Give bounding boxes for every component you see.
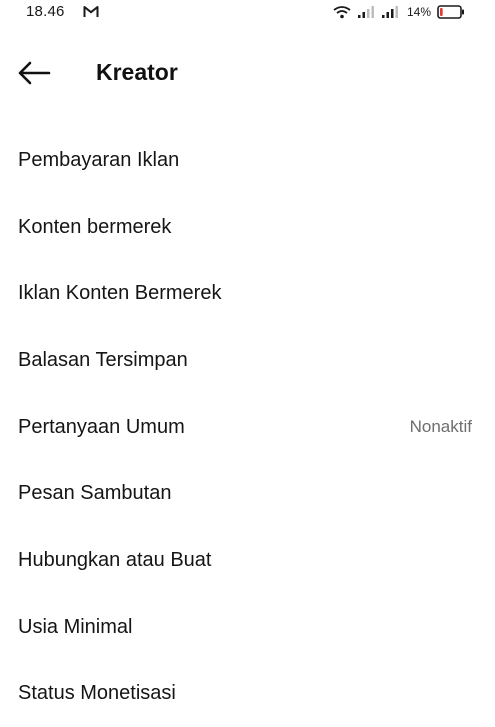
- menu-item-label: Pertanyaan Umum: [18, 416, 185, 439]
- menu-item-label: Iklan Konten Bermerek: [18, 282, 221, 305]
- menu-item-status-monetisasi[interactable]: Status Monetisasi: [0, 661, 495, 727]
- signal-icon: [381, 5, 399, 19]
- menu-item-usia-minimal[interactable]: Usia Minimal: [0, 594, 495, 661]
- settings-menu-list: Pembayaran Iklan Konten bermerek Iklan K…: [0, 127, 495, 727]
- menu-item-label: Hubungkan atau Buat: [18, 549, 212, 572]
- menu-item-label: Status Monetisasi: [18, 682, 176, 705]
- menu-item-label: Usia Minimal: [18, 616, 132, 639]
- status-icons: 14%: [333, 4, 465, 20]
- page-title: Kreator: [96, 59, 178, 86]
- header: Kreator: [0, 48, 495, 98]
- menu-item-iklan-konten-bermerek[interactable]: Iklan Konten Bermerek: [0, 260, 495, 327]
- status-time: 18.46: [26, 3, 65, 20]
- arrow-left-icon: [17, 61, 51, 85]
- menu-item-hubungkan-atau-buat[interactable]: Hubungkan atau Buat: [0, 527, 495, 594]
- menu-item-pesan-sambutan[interactable]: Pesan Sambutan: [0, 460, 495, 527]
- signal-icon: [357, 5, 375, 19]
- menu-item-label: Balasan Tersimpan: [18, 349, 188, 372]
- menu-item-label: Pesan Sambutan: [18, 482, 171, 505]
- menu-item-pertanyaan-umum[interactable]: Pertanyaan Umum Nonaktif: [0, 394, 495, 461]
- menu-item-konten-bermerek[interactable]: Konten bermerek: [0, 194, 495, 261]
- status-bar: 18.46 14%: [0, 0, 495, 26]
- back-button[interactable]: [14, 58, 54, 88]
- gmail-icon: [83, 5, 99, 18]
- menu-item-label: Pembayaran Iklan: [18, 149, 179, 172]
- menu-item-status-value: Nonaktif: [410, 417, 472, 437]
- battery-percent: 14%: [407, 5, 431, 19]
- wifi-icon: [333, 5, 351, 19]
- menu-item-balasan-tersimpan[interactable]: Balasan Tersimpan: [0, 327, 495, 394]
- menu-item-label: Konten bermerek: [18, 216, 171, 239]
- battery-icon: [437, 5, 465, 19]
- menu-item-pembayaran-iklan[interactable]: Pembayaran Iklan: [0, 127, 495, 194]
